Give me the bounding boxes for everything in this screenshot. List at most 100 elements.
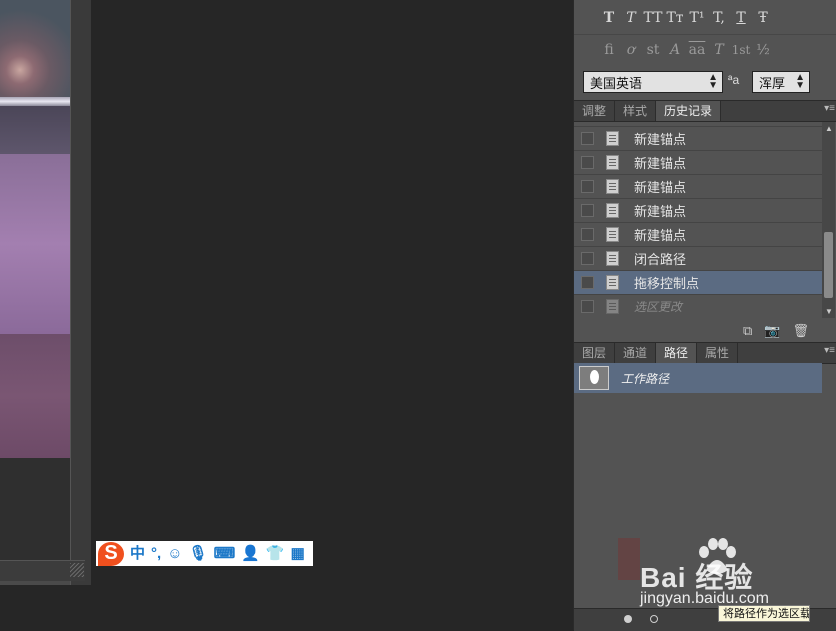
- antialias-icon: ªa: [728, 73, 740, 87]
- user-icon[interactable]: 👤: [241, 542, 260, 566]
- history-label: 新建锚点: [634, 132, 687, 147]
- history-item[interactable]: 新建锚点: [574, 150, 822, 174]
- history-item[interactable]: 新建锚点: [574, 198, 822, 222]
- top-tab-bar: 调整 样式 历史记录 ▾≡: [574, 100, 836, 122]
- tab-channels[interactable]: 通道: [615, 343, 657, 363]
- ime-mode-toggle[interactable]: 中: [130, 542, 145, 566]
- history-item[interactable]: 闭合路径: [574, 246, 822, 270]
- grid-icon[interactable]: ▦: [291, 542, 305, 566]
- select-arrows-icon: ▲ ▼: [708, 72, 718, 91]
- antialias-select[interactable]: 浑厚 ▲ ▼: [752, 71, 810, 93]
- canvas-border: [70, 0, 91, 585]
- history-checkbox[interactable]: [581, 204, 594, 217]
- bottom-tab-bar: 图层 通道 路径 属性 ▾≡: [574, 342, 836, 364]
- keyboard-icon[interactable]: ⌨: [214, 542, 236, 566]
- history-checkbox[interactable]: [581, 252, 594, 265]
- history-list: 新建锚点 新建锚点 新建锚点 新建锚点 新建锚点 闭合路径 拖移控制点 选区更改: [574, 122, 822, 318]
- select-arrows-icon: ▲ ▼: [795, 72, 805, 91]
- document-icon: [606, 131, 619, 146]
- photo-image: [0, 0, 70, 560]
- history-checkbox[interactable]: [581, 228, 594, 241]
- language-value: 美国英语: [590, 75, 643, 91]
- path-thumbnail: [579, 366, 609, 390]
- history-label: 新建锚点: [634, 156, 687, 171]
- camera-icon[interactable]: 📷: [764, 323, 780, 339]
- history-checkbox[interactable]: [581, 156, 594, 169]
- language-select[interactable]: 美国英语 ▲ ▼: [583, 71, 723, 93]
- history-item[interactable]: 新建锚点: [574, 174, 822, 198]
- paths-list: 工作路径: [574, 363, 822, 393]
- document-icon: [606, 299, 619, 314]
- tab-layers[interactable]: 图层: [574, 343, 616, 363]
- tab-paths[interactable]: 路径: [656, 343, 698, 363]
- faux-bold-button[interactable]: T: [598, 10, 620, 26]
- history-label: 新建锚点: [634, 228, 687, 243]
- ime-toolbar[interactable]: S 中 °, ☺ 🎙 ⌨ 👤 👕 ▦: [96, 541, 313, 566]
- ligatures-button[interactable]: fi: [598, 42, 620, 58]
- tab-history[interactable]: 历史记录: [656, 101, 722, 121]
- typo-style-row: T T TT Tт T¹ T, T Ŧ: [574, 3, 836, 33]
- scroll-up-icon[interactable]: ▲: [825, 124, 833, 133]
- document-canvas[interactable]: [0, 0, 91, 585]
- document-icon: [606, 203, 619, 218]
- old-style-button[interactable]: ơ: [620, 42, 642, 58]
- document-icon: [606, 227, 619, 242]
- stylistic-alternates-button[interactable]: aa: [686, 42, 708, 58]
- history-item[interactable]: 新建锚点: [574, 126, 822, 150]
- panel-menu-icon[interactable]: ▾≡: [824, 103, 835, 114]
- right-panel-dock: T T TT Tт T¹ T, T Ŧ fi ơ st A aa T 1st ½…: [573, 0, 836, 631]
- document-icon: [606, 179, 619, 194]
- smiley-icon[interactable]: ☺: [167, 542, 182, 566]
- path-item[interactable]: 工作路径: [574, 363, 822, 393]
- tab-styles[interactable]: 样式: [615, 101, 657, 121]
- ime-punct-toggle[interactable]: °,: [151, 542, 161, 566]
- opentype-row: fi ơ st A aa T 1st ½: [574, 34, 836, 64]
- antialias-value: 浑厚: [759, 75, 786, 91]
- history-scrollbar[interactable]: ▲ ▼: [822, 122, 835, 318]
- discretionary-ligatures-button[interactable]: st: [642, 42, 664, 58]
- history-label: 新建锚点: [634, 204, 687, 219]
- history-label: 闭合路径: [634, 252, 687, 267]
- path-label: 工作路径: [621, 371, 670, 386]
- history-item-dimmed[interactable]: 选区更改: [574, 294, 822, 318]
- fill-path-icon[interactable]: [624, 615, 632, 623]
- fractions-button[interactable]: ½: [752, 42, 774, 58]
- microphone-icon[interactable]: 🎙: [189, 542, 208, 566]
- history-footer: ⧉ 📷 🗑: [574, 320, 836, 342]
- history-label: 拖移控制点: [634, 276, 700, 291]
- subscript-button[interactable]: T,: [708, 10, 730, 26]
- underline-button[interactable]: T: [730, 10, 752, 26]
- document-icon: [606, 155, 619, 170]
- history-checkbox[interactable]: [581, 180, 594, 193]
- all-caps-button[interactable]: TT: [642, 10, 664, 26]
- scroll-thumb[interactable]: [824, 232, 833, 298]
- stroke-path-icon[interactable]: [650, 615, 658, 623]
- shirt-icon[interactable]: 👕: [266, 542, 285, 566]
- history-item[interactable]: 新建锚点: [574, 222, 822, 246]
- faux-italic-button[interactable]: T: [620, 10, 642, 26]
- tab-properties[interactable]: 属性: [697, 343, 739, 363]
- small-caps-button[interactable]: Tт: [664, 10, 686, 26]
- watermark-shadow: [618, 538, 640, 580]
- titling-alternates-button[interactable]: T: [708, 42, 730, 58]
- history-label: 选区更改: [634, 300, 683, 314]
- scroll-down-icon[interactable]: ▼: [825, 307, 833, 316]
- tab-adjustments[interactable]: 调整: [574, 101, 616, 121]
- panel-menu-icon[interactable]: ▾≡: [824, 345, 835, 356]
- history-checkbox[interactable]: [581, 300, 594, 313]
- swash-button[interactable]: A: [664, 42, 686, 58]
- sogou-logo-icon[interactable]: S: [98, 541, 124, 566]
- history-label: 新建锚点: [634, 180, 687, 195]
- strikethrough-button[interactable]: Ŧ: [752, 10, 774, 26]
- ordinals-button[interactable]: 1st: [730, 43, 752, 57]
- baidu-watermark: Bai 经验 jingyan.baidu.com: [618, 538, 810, 610]
- history-checkbox[interactable]: [581, 276, 594, 289]
- document-icon: [606, 275, 619, 290]
- history-item-selected[interactable]: 拖移控制点: [574, 270, 822, 294]
- superscript-button[interactable]: T¹: [686, 10, 708, 26]
- new-document-icon[interactable]: ⧉: [743, 323, 752, 339]
- resize-grip-icon[interactable]: [70, 563, 84, 577]
- history-checkbox[interactable]: [581, 132, 594, 145]
- document-icon: [606, 251, 619, 266]
- trash-icon[interactable]: 🗑: [792, 323, 809, 339]
